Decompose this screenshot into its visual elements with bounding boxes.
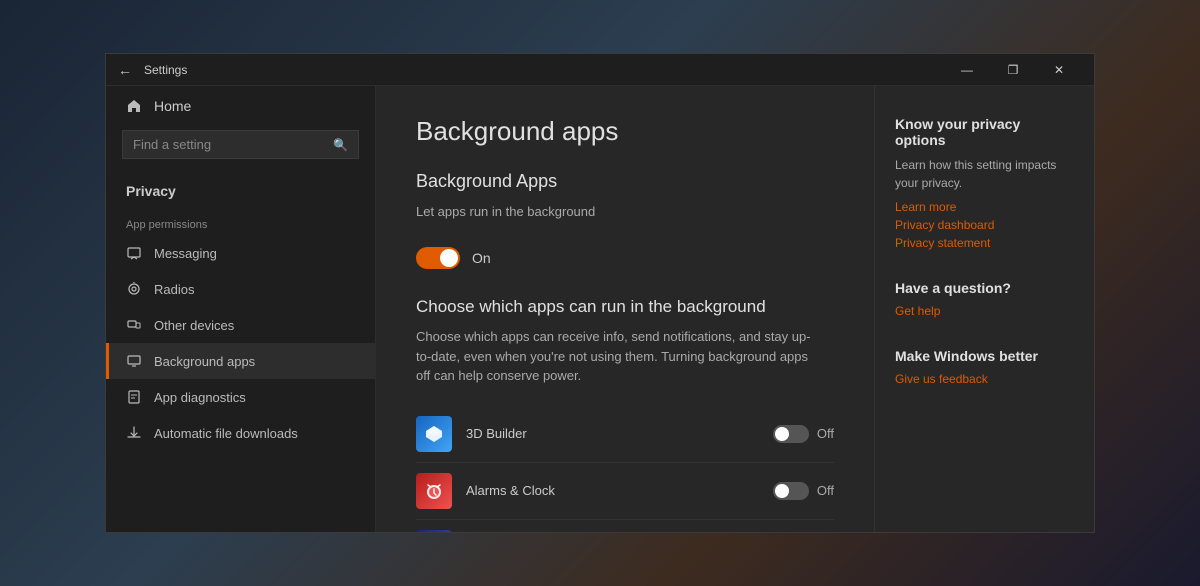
- messaging-label: Messaging: [154, 246, 217, 261]
- subsection-title: Choose which apps can run in the backgro…: [416, 297, 834, 317]
- main-toggle[interactable]: [416, 247, 460, 269]
- app-diagnostics-icon: [126, 389, 142, 405]
- app-toggle-label-alarms: Off: [817, 483, 834, 498]
- other-devices-icon: [126, 317, 142, 333]
- app-permissions-label: App permissions: [106, 211, 375, 235]
- toggle-knob: [440, 249, 458, 267]
- toggle-on-label: On: [472, 250, 491, 266]
- app-toggle-row-alarms: Off: [773, 482, 834, 500]
- app-toggle-knob-3d-builder: [775, 427, 789, 441]
- sidebar: Home 🔍 Privacy App permissions Messaging: [106, 86, 376, 532]
- section-title: Background Apps: [416, 171, 834, 192]
- app-toggle-3d-builder[interactable]: [773, 425, 809, 443]
- main-toggle-control: On: [416, 247, 834, 269]
- privacy-section-label: Privacy: [106, 175, 375, 211]
- other-devices-label: Other devices: [154, 318, 234, 333]
- messaging-icon: [126, 245, 142, 261]
- app-row-alarms-clock: Alarms & Clock Off: [416, 463, 834, 520]
- app-row-3d-builder: 3D Builder Off: [416, 406, 834, 463]
- calculator-icon: [416, 530, 452, 533]
- sidebar-item-other-devices[interactable]: Other devices: [106, 307, 375, 343]
- app-toggle-label-3d-builder: Off: [817, 426, 834, 441]
- search-input[interactable]: [133, 137, 325, 152]
- background-apps-icon: [126, 353, 142, 369]
- radios-icon: [126, 281, 142, 297]
- main-content: Background apps Background Apps Let apps…: [376, 86, 874, 532]
- sidebar-item-home[interactable]: Home: [106, 86, 375, 126]
- right-section-feedback-title: Make Windows better: [895, 348, 1074, 364]
- main-toggle-row: Let apps run in the background: [416, 204, 834, 219]
- alarms-clock-icon: [416, 473, 452, 509]
- right-section-privacy-title: Know your privacy options: [895, 116, 1074, 148]
- app-toggle-row-3d-builder: Off: [773, 425, 834, 443]
- get-help-link[interactable]: Get help: [895, 304, 1074, 318]
- right-panel: Know your privacy options Learn how this…: [874, 86, 1094, 532]
- minimize-button[interactable]: —: [944, 54, 990, 86]
- app-diagnostics-label: App diagnostics: [154, 390, 246, 405]
- close-button[interactable]: ✕: [1036, 54, 1082, 86]
- app-name-alarms-clock: Alarms & Clock: [466, 483, 759, 498]
- sidebar-item-radios[interactable]: Radios: [106, 271, 375, 307]
- sidebar-item-auto-downloads[interactable]: Automatic file downloads: [106, 415, 375, 451]
- 3d-builder-icon: [416, 416, 452, 452]
- home-label: Home: [154, 98, 191, 114]
- sidebar-item-background-apps[interactable]: Background apps: [106, 343, 375, 379]
- right-section-question: Have a question? Get help: [895, 280, 1074, 318]
- right-section-privacy: Know your privacy options Learn how this…: [895, 116, 1074, 250]
- learn-more-link[interactable]: Learn more: [895, 200, 1074, 214]
- window-content: Home 🔍 Privacy App permissions Messaging: [106, 86, 1094, 532]
- radios-label: Radios: [154, 282, 194, 297]
- right-section-privacy-desc: Learn how this setting impacts your priv…: [895, 156, 1074, 192]
- page-title: Background apps: [416, 116, 834, 147]
- background-apps-label: Background apps: [154, 354, 255, 369]
- privacy-dashboard-link[interactable]: Privacy dashboard: [895, 218, 1074, 232]
- let-apps-run-label: Let apps run in the background: [416, 204, 595, 219]
- give-feedback-link[interactable]: Give us feedback: [895, 372, 1074, 386]
- right-section-question-title: Have a question?: [895, 280, 1074, 296]
- auto-downloads-label: Automatic file downloads: [154, 426, 298, 441]
- search-box[interactable]: 🔍: [122, 130, 359, 159]
- home-icon: [126, 98, 142, 114]
- window-controls: — ❐ ✕: [944, 54, 1082, 86]
- sidebar-item-messaging[interactable]: Messaging: [106, 235, 375, 271]
- maximize-button[interactable]: ❐: [990, 54, 1036, 86]
- window-title: Settings: [144, 63, 944, 77]
- back-button[interactable]: ←: [118, 62, 132, 78]
- app-toggle-knob-alarms: [775, 484, 789, 498]
- app-name-3d-builder: 3D Builder: [466, 426, 759, 441]
- sidebar-item-app-diagnostics[interactable]: App diagnostics: [106, 379, 375, 415]
- app-toggle-alarms[interactable]: [773, 482, 809, 500]
- auto-downloads-icon: [126, 425, 142, 441]
- search-icon: 🔍: [333, 138, 348, 152]
- app-row-calculator: Calculator Off: [416, 520, 834, 533]
- privacy-statement-link[interactable]: Privacy statement: [895, 236, 1074, 250]
- right-section-feedback: Make Windows better Give us feedback: [895, 348, 1074, 386]
- titlebar: ← Settings — ❐ ✕: [106, 54, 1094, 86]
- settings-window: ← Settings — ❐ ✕ Home 🔍 Privacy: [105, 53, 1095, 533]
- subsection-desc: Choose which apps can receive info, send…: [416, 327, 816, 386]
